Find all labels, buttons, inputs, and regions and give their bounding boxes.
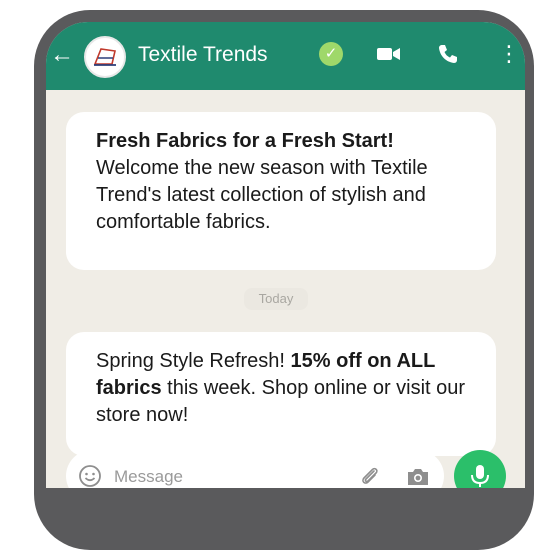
message-composer bbox=[66, 450, 444, 488]
phone-icon[interactable] bbox=[436, 42, 460, 71]
message-body: Welcome the new season with Textile Tren… bbox=[96, 157, 428, 233]
message-text: Spring Style Refresh! bbox=[96, 350, 291, 372]
avatar[interactable] bbox=[84, 36, 126, 78]
message-input[interactable] bbox=[112, 462, 316, 488]
chat-title[interactable]: Textile Trends bbox=[138, 40, 268, 70]
chat-header: ← Textile Trends ✓ ⋮ bbox=[46, 22, 525, 90]
check-circle-icon: ✓ bbox=[319, 42, 343, 66]
paperclip-icon[interactable] bbox=[358, 464, 382, 488]
message-bubble: Fresh Fabrics for a Fresh Start! Welcome… bbox=[66, 112, 496, 270]
arrow-left-icon[interactable]: ← bbox=[50, 40, 74, 70]
message-bubble: Spring Style Refresh! 15% off on ALL fab… bbox=[66, 332, 496, 456]
more-vertical-icon[interactable]: ⋮ bbox=[498, 42, 520, 66]
video-camera-icon[interactable] bbox=[376, 42, 402, 71]
date-divider: Today bbox=[244, 288, 308, 310]
message-headline: Fresh Fabrics for a Fresh Start! bbox=[96, 130, 394, 152]
textile-logo-icon bbox=[93, 48, 116, 66]
microphone-icon[interactable] bbox=[454, 450, 506, 488]
camera-icon[interactable] bbox=[406, 466, 430, 488]
emoji-icon[interactable] bbox=[78, 464, 102, 488]
chat-screen: ← Textile Trends ✓ ⋮ Fresh Fabrics for a… bbox=[46, 22, 525, 488]
